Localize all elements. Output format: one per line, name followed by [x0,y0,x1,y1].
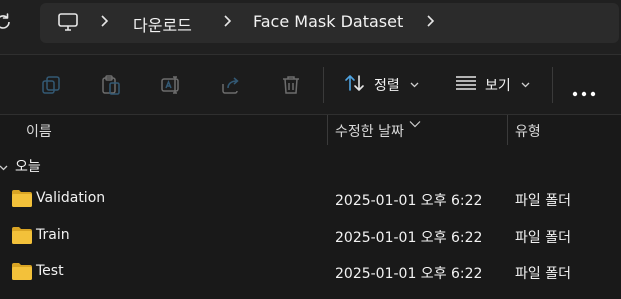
folder-icon [12,263,32,280]
address-bar-region: 다운로드 Face Mask Dataset [0,0,621,54]
breadcrumb-downloads[interactable]: 다운로드 [133,12,192,36]
chevron-right-icon[interactable] [424,13,436,29]
view-icon [455,75,477,95]
chevron-down-icon[interactable] [0,160,8,171]
trash-icon[interactable] [280,74,302,96]
divider [552,67,553,103]
view-button[interactable]: 보기 [455,73,530,97]
folder-icon [12,190,32,207]
copy-icon[interactable] [40,74,62,96]
file-date-modified: 2025-01-01 오후 6:22 [335,266,483,282]
column-header-type[interactable]: 유형 [515,121,541,141]
refresh-icon[interactable] [0,10,15,34]
sort-label: 정렬 [374,78,400,94]
file-name: Train [36,227,70,243]
list-item[interactable]: Train 2025-01-01 오후 6:22 파일 폴더 [0,218,621,254]
divider [323,67,324,103]
chevron-right-icon[interactable] [98,13,110,29]
file-type: 파일 폴더 [515,193,571,209]
chevron-down-icon [521,80,530,91]
chevron-right-icon[interactable] [221,13,233,29]
column-divider[interactable] [507,115,508,145]
view-label: 보기 [485,78,511,94]
file-date-modified: 2025-01-01 오후 6:22 [335,230,483,246]
file-name: Test [36,263,64,279]
file-date-modified: 2025-01-01 오후 6:22 [335,193,483,209]
more-icon[interactable] [572,82,596,97]
breadcrumb-current-folder[interactable]: Face Mask Dataset [253,12,403,31]
file-name: Validation [36,190,106,206]
group-label: 오늘 [15,159,41,175]
sort-button[interactable]: 정렬 [344,73,419,97]
list-item[interactable]: Validation 2025-01-01 오후 6:22 파일 폴더 [0,181,621,217]
file-type: 파일 폴더 [515,230,571,246]
share-icon[interactable] [220,74,242,96]
paste-icon[interactable] [100,74,122,96]
rename-icon[interactable] [160,74,182,96]
column-divider[interactable] [327,115,328,145]
command-bar: 정렬 보기 [0,54,621,115]
sort-icon [344,73,366,97]
column-header-name[interactable]: 이름 [26,121,52,141]
column-header-date-modified[interactable]: 수정한 날짜 [335,121,404,141]
folder-icon [12,227,32,244]
monitor-icon[interactable] [57,12,79,32]
chevron-down-icon [410,80,419,91]
column-header-row: 이름 수정한 날짜 유형 [0,115,621,145]
list-item[interactable]: Test 2025-01-01 오후 6:22 파일 폴더 [0,254,621,290]
file-type: 파일 폴더 [515,266,571,282]
sort-indicator-icon [409,113,421,128]
